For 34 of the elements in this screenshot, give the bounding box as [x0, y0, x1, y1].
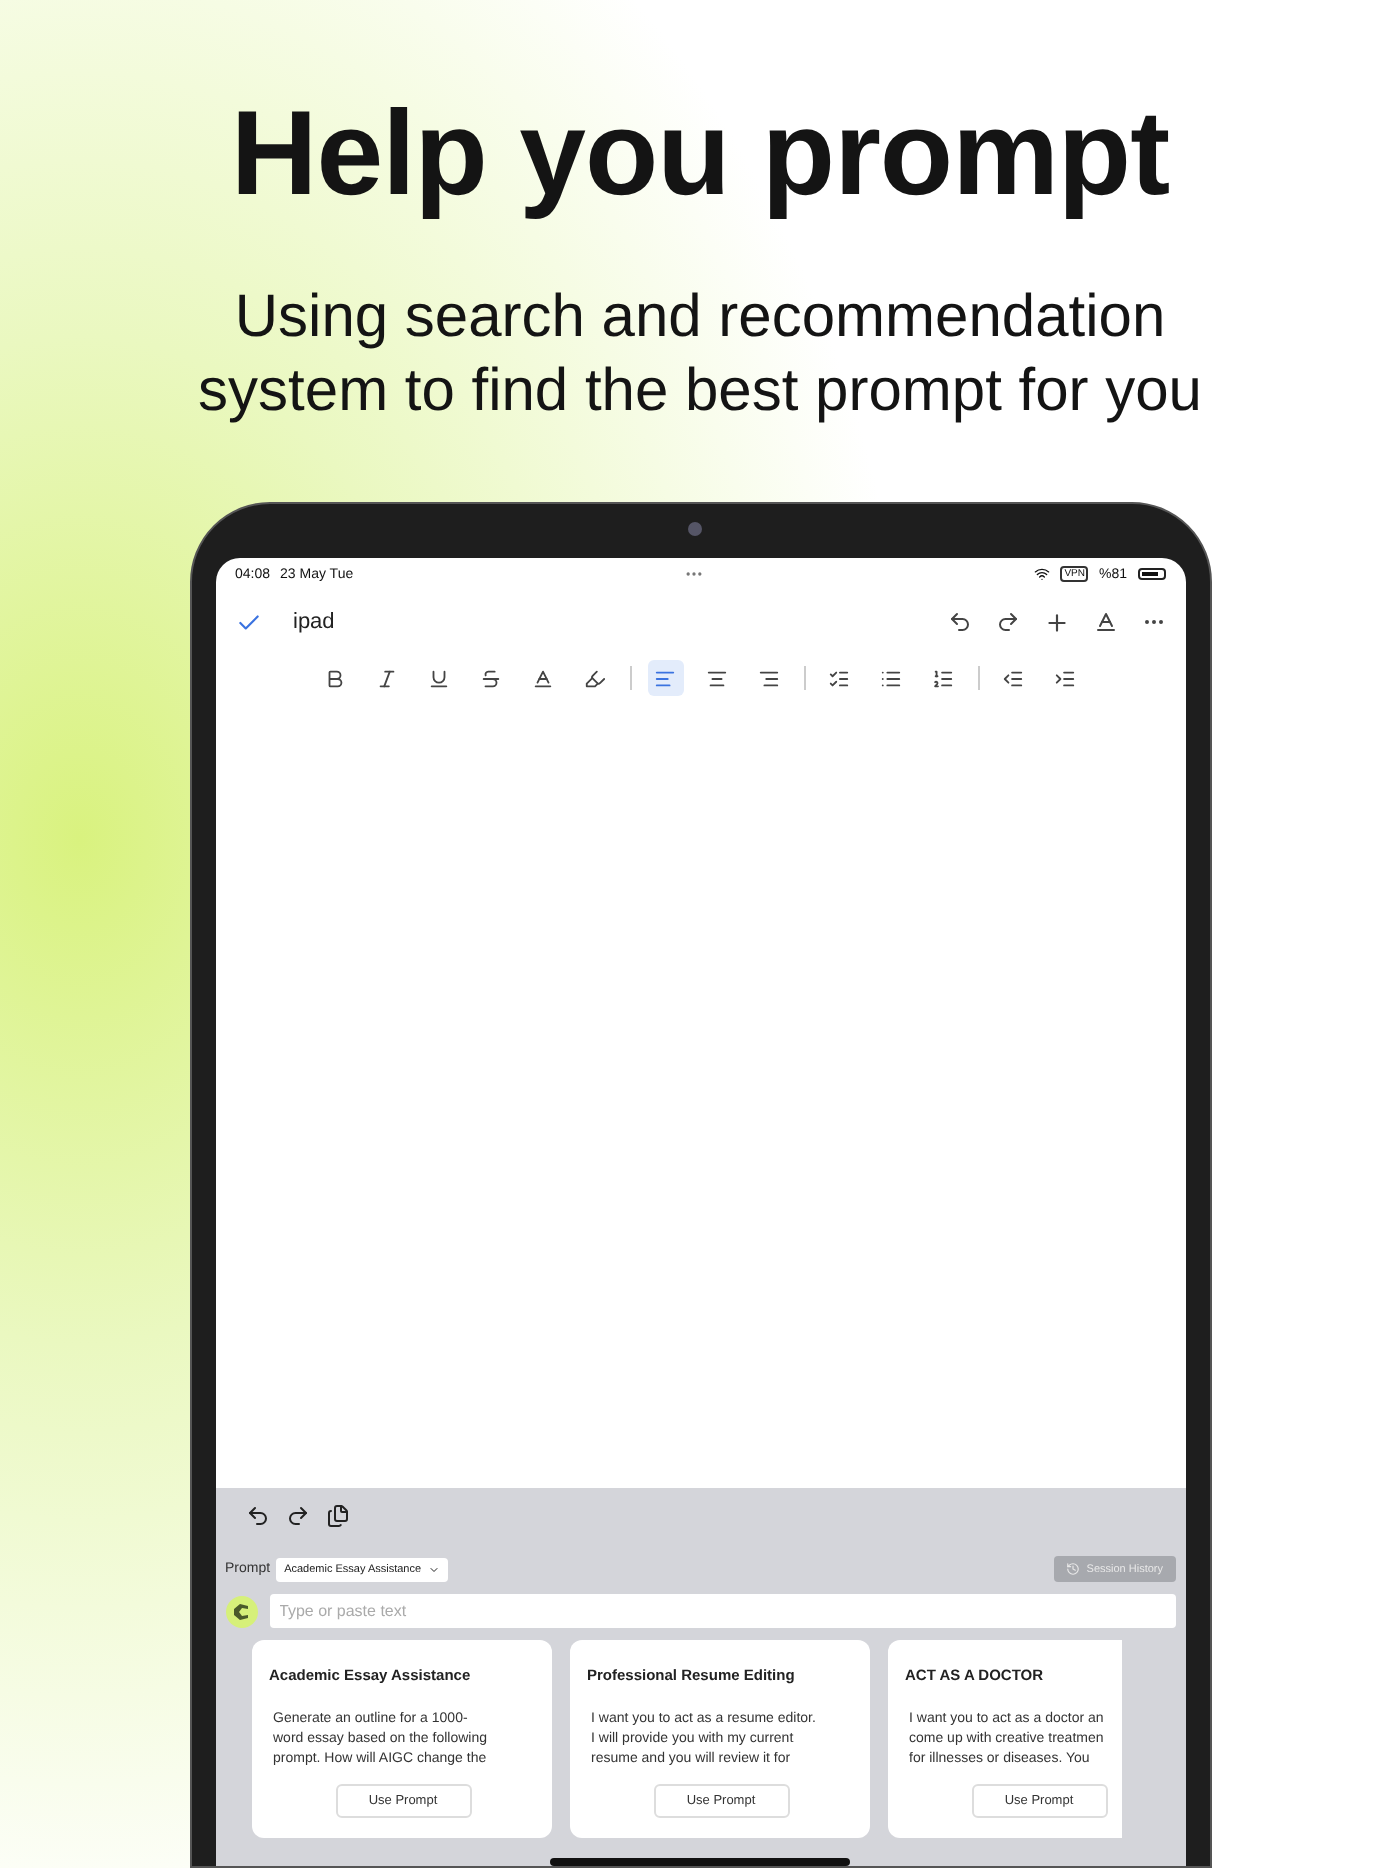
- italic-icon: [376, 667, 398, 689]
- align-center-icon: [706, 667, 728, 689]
- headline: Help you prompt: [230, 84, 1170, 222]
- numbered-list-icon: [932, 667, 954, 689]
- clock-icon: [1066, 1562, 1081, 1576]
- plus-icon[interactable]: [1043, 609, 1069, 635]
- prompt-input[interactable]: Type or paste text: [269, 1594, 1175, 1628]
- text-format-icon[interactable]: [1093, 610, 1117, 634]
- align-left-icon: [654, 667, 676, 689]
- outdent-icon: [1002, 667, 1024, 689]
- subtitle: Using search and recommendation: [234, 282, 1166, 352]
- bold-icon: [324, 667, 346, 689]
- redo-icon[interactable]: [995, 610, 1019, 634]
- clipboard-icon[interactable]: [325, 1504, 349, 1528]
- subtitle: system to find the best prompt for you: [198, 356, 1202, 426]
- checkmark-icon[interactable]: [235, 609, 261, 635]
- document-title: ipad: [293, 610, 337, 634]
- align-right-icon: [758, 667, 780, 689]
- indent-icon: [1054, 667, 1076, 689]
- redo-icon[interactable]: [285, 1504, 309, 1528]
- logo-icon: [225, 1595, 257, 1627]
- checklist-icon: [828, 667, 850, 689]
- undo-icon[interactable]: [947, 610, 971, 634]
- text-color-icon: [532, 667, 554, 689]
- undo-icon[interactable]: [245, 1504, 269, 1528]
- wifi-icon: [1034, 566, 1051, 582]
- underline-icon: [428, 667, 450, 689]
- align-left-button[interactable]: [647, 660, 683, 696]
- bullet-list-icon: [880, 667, 902, 689]
- battery-icon: [1137, 568, 1165, 580]
- highlighter-icon: [584, 667, 606, 689]
- strikethrough-icon: [480, 667, 502, 689]
- chevron-down-icon: [427, 1563, 440, 1575]
- camera-icon: [687, 522, 701, 536]
